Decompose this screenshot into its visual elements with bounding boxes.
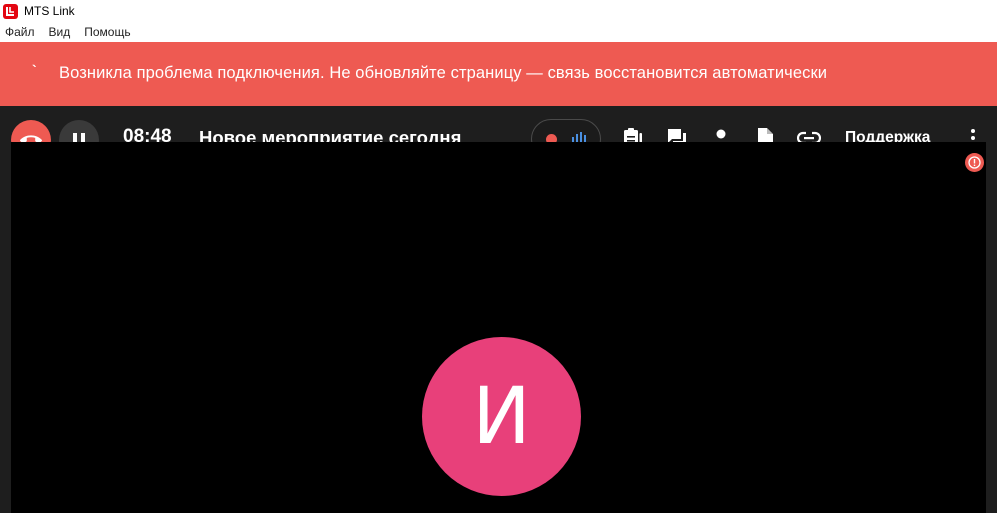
conference-area: 08:48 Новое мероприятие сегодня Поддержк… [0,106,997,513]
window-title: MTS Link [24,4,75,18]
mts-link-logo-icon [3,3,18,19]
menu-help[interactable]: Помощь [84,25,130,39]
alert-icon[interactable] [965,153,984,172]
warning-icon: ` [32,62,37,78]
participant-avatar: И [422,337,581,496]
menu-view[interactable]: Вид [49,25,71,39]
banner-message: Возникла проблема подключения. Не обновл… [59,64,828,82]
connection-warning-banner: ` Возникла проблема подключения. Не обно… [0,42,997,106]
window-titlebar: MTS Link [0,0,997,22]
menu-file[interactable]: Файл [5,25,35,39]
menu-bar: Файл Вид Помощь [0,22,997,42]
video-stage: И [11,142,986,513]
